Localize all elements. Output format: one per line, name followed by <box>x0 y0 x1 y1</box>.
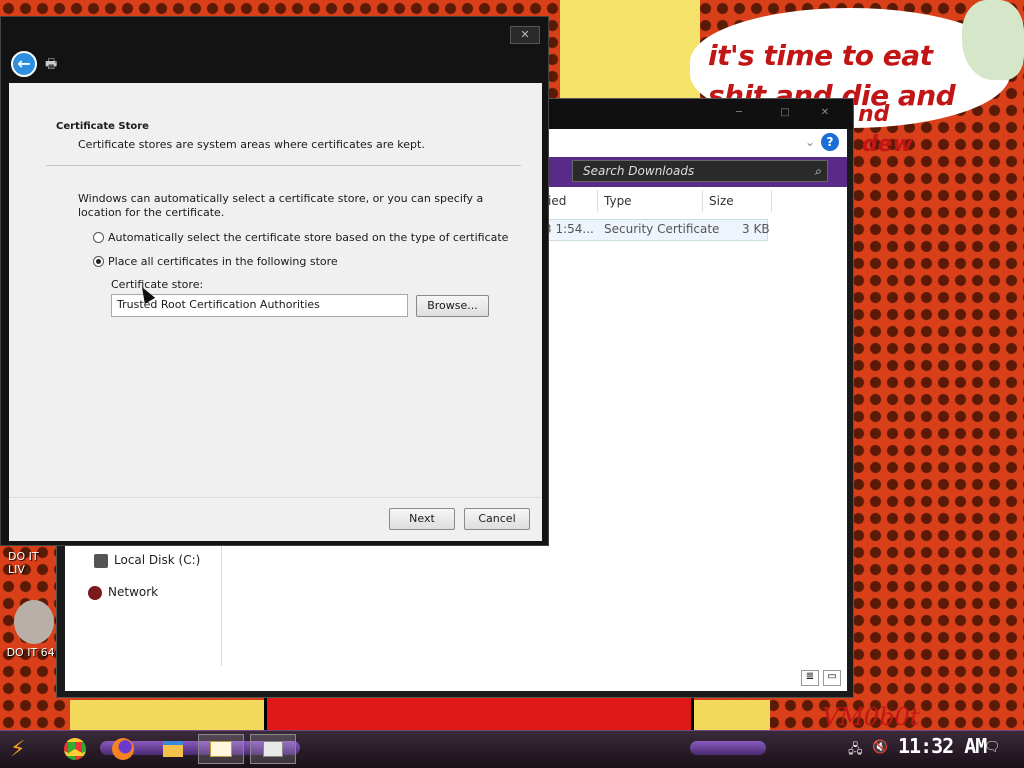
wallpaper-red-block <box>264 696 694 730</box>
sidebar-item-network[interactable]: Network <box>88 585 158 600</box>
next-button[interactable]: Next <box>389 508 455 530</box>
radio-button[interactable] <box>93 232 104 243</box>
file-date: 3 1:54... <box>544 222 594 236</box>
wallpaper-character <box>962 0 1024 80</box>
certificate-import-wizard: ✕ ← 🖶 <box>0 16 549 546</box>
back-arrow-icon[interactable]: ← <box>11 51 37 77</box>
column-header-date[interactable]: ied <box>548 190 566 212</box>
certificate-wizard-icon[interactable] <box>250 734 296 764</box>
radio-place-in-store[interactable]: Place all certificates in the following … <box>93 255 338 268</box>
preview-view-icon[interactable]: ▭ <box>823 670 841 686</box>
start-button[interactable]: ⚡ <box>10 737 38 763</box>
column-header-type[interactable]: Type <box>604 190 632 212</box>
certificate-wizard-icon: 🖶 <box>45 57 58 72</box>
minimize-button[interactable]: ─ <box>729 107 749 121</box>
file-type: Security Certificate <box>604 222 720 236</box>
cancel-button[interactable]: Cancel <box>464 508 530 530</box>
wallpaper-yellow-figure <box>560 0 700 100</box>
desktop-icon-do-it-live[interactable]: DO IT LIV <box>8 550 58 576</box>
desktop-icon-do-it-64[interactable]: DO IT 64 I <box>6 600 62 659</box>
nav-pane-divider <box>221 540 222 666</box>
close-button[interactable]: ✕ <box>510 26 540 44</box>
search-icon[interactable]: ⌕ <box>814 161 821 181</box>
drive-icon <box>94 553 108 568</box>
taskbar-decoration <box>690 741 766 755</box>
section-subtitle: Certificate stores are system areas wher… <box>78 138 425 151</box>
wizard-footer <box>9 497 542 541</box>
chevron-down-icon[interactable]: ⌄ <box>805 135 815 149</box>
search-input[interactable]: Search Downloads ⌕ <box>572 160 828 182</box>
network-tray-icon[interactable]: 🖧 <box>848 740 863 762</box>
divider <box>46 165 521 166</box>
radio-button[interactable] <box>93 256 104 267</box>
file-size: 3 KB <box>742 222 770 236</box>
firefox-icon[interactable] <box>100 734 146 764</box>
radio-label: Automatically select the certificate sto… <box>108 231 509 244</box>
wallpaper-signature: VM0b0t <box>822 703 920 731</box>
speech-bubble-extra-2: dew <box>862 132 913 157</box>
action-center-icon[interactable]: 🗨 <box>984 740 1001 755</box>
column-separator <box>702 190 703 212</box>
certificate-store-field[interactable]: Trusted Root Certification Authorities <box>111 294 408 317</box>
close-button[interactable]: ✕ <box>815 107 835 121</box>
portrait-icon <box>14 600 54 644</box>
column-separator <box>771 190 772 212</box>
network-icon <box>88 585 102 600</box>
details-view-icon[interactable]: ≣ <box>801 670 819 686</box>
radio-label: Place all certificates in the following … <box>108 255 338 268</box>
help-icon[interactable]: ? <box>821 133 839 151</box>
desktop-icon-label: DO IT LIV <box>8 550 39 576</box>
certificate-store-label: Certificate store: <box>111 278 204 291</box>
column-separator <box>597 190 598 212</box>
taskbar-clock[interactable]: 11:32 AM <box>898 734 987 758</box>
section-title: Certificate Store <box>56 121 149 132</box>
volume-muted-icon[interactable]: 🔇 <box>872 740 888 755</box>
sidebar-item-local-disk[interactable]: Local Disk (C:) <box>94 553 200 568</box>
maximize-button[interactable]: □ <box>775 107 795 121</box>
column-header-size[interactable]: Size <box>709 190 734 212</box>
speech-bubble-extra-1: nd <box>858 102 890 127</box>
browse-button[interactable]: Browse... <box>416 295 489 317</box>
file-explorer-icon[interactable] <box>150 734 196 764</box>
certificate-icon[interactable] <box>198 734 244 764</box>
radio-auto-select[interactable]: Automatically select the certificate sto… <box>93 231 508 244</box>
desktop-icon-label: DO IT 64 I <box>6 646 62 659</box>
intro-text: Windows can automatically select a certi… <box>78 192 484 219</box>
chrome-icon[interactable] <box>52 734 98 764</box>
